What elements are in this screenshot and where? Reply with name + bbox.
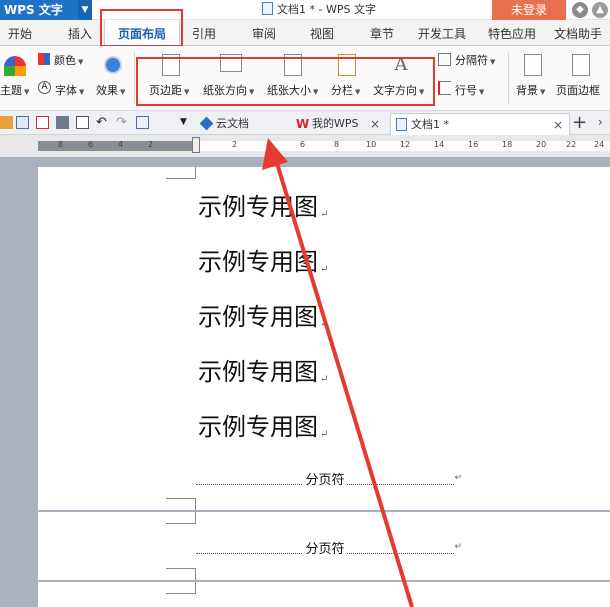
arrow-head [262, 138, 288, 170]
arrow-shaft [274, 159, 414, 607]
annotation-arrow [262, 138, 414, 607]
